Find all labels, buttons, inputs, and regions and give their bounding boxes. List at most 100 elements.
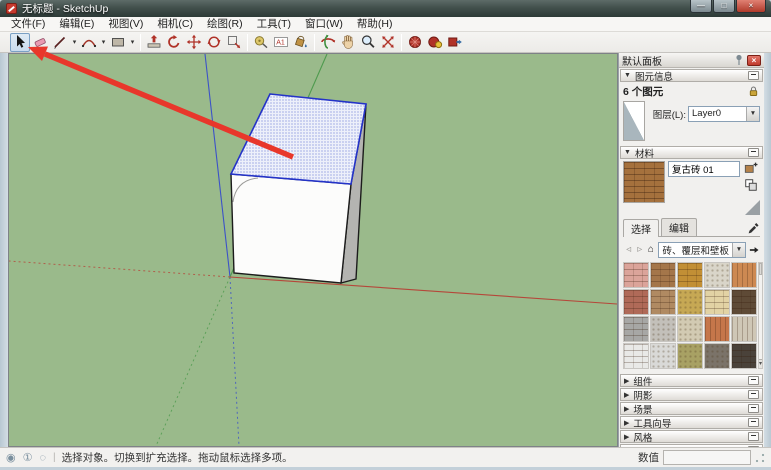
menu-item[interactable]: 绘图(R) <box>200 17 250 32</box>
material-swatch[interactable] <box>731 316 757 342</box>
get-models-button[interactable] <box>405 33 425 52</box>
status-hint: 选择对象。切换到扩充选择。拖动鼠标选择多项。 <box>62 450 638 465</box>
model-viewport[interactable] <box>8 53 618 447</box>
zoom-extents-tool-button[interactable] <box>378 33 398 52</box>
panel-section-header[interactable]: ▶ 组件 <box>620 374 763 387</box>
rectangle-tool-button[interactable] <box>108 33 128 52</box>
material-swatch[interactable] <box>704 316 730 342</box>
arc-tool-dropdown[interactable]: ▾ <box>99 33 108 52</box>
rollup-section-button[interactable] <box>748 418 759 427</box>
material-swatch[interactable] <box>623 316 649 342</box>
material-swatch[interactable] <box>677 262 703 288</box>
material-swatch[interactable] <box>704 289 730 315</box>
rollup-section-button[interactable] <box>748 404 759 413</box>
entity-info-header[interactable]: ▼ 图元信息 <box>620 69 763 82</box>
material-swatch[interactable] <box>731 289 757 315</box>
minimize-button[interactable]: — <box>690 0 712 13</box>
material-swatch[interactable] <box>623 343 649 369</box>
swatch-scrollbar[interactable]: ▾ <box>758 262 763 369</box>
scrollbar-thumb[interactable] <box>759 263 762 275</box>
lock-icon[interactable] <box>747 85 760 98</box>
select-tool-button[interactable] <box>10 33 30 52</box>
tray-close-icon[interactable]: × <box>747 55 761 66</box>
zoom-tool-button[interactable] <box>358 33 378 52</box>
panel-section-header[interactable]: ▶ 工具向导 <box>620 416 763 429</box>
menu-item[interactable]: 相机(C) <box>150 17 200 32</box>
maximize-button[interactable]: □ <box>713 0 735 13</box>
tape-measure-tool-button[interactable] <box>251 33 271 52</box>
panel-section-header[interactable]: ▶ 风格 <box>620 430 763 443</box>
menu-item[interactable]: 工具(T) <box>250 17 298 32</box>
back-icon[interactable]: ◃ <box>623 244 634 255</box>
scroll-down-icon[interactable]: ▾ <box>759 359 762 368</box>
geolocation-icon[interactable]: ◉ <box>6 449 16 467</box>
window-title: 无标题 - SketchUp <box>22 1 108 16</box>
details-arrow-icon[interactable] <box>748 243 760 257</box>
line-tool-dropdown[interactable]: ▾ <box>70 33 79 52</box>
cube-front-face[interactable] <box>231 174 351 283</box>
resize-grip[interactable] <box>755 453 765 463</box>
menu-item[interactable]: 帮助(H) <box>350 17 400 32</box>
credits-icon[interactable]: ① <box>23 449 33 467</box>
rollup-section-button[interactable] <box>748 148 759 157</box>
material-swatch[interactable] <box>731 343 757 369</box>
material-swatch[interactable] <box>623 289 649 315</box>
material-preview[interactable] <box>623 161 665 203</box>
dimension-text-tool-button[interactable]: A1 <box>271 33 291 52</box>
layer-dropdown[interactable]: Layer0 ▼ <box>688 106 760 122</box>
share-component-button[interactable] <box>445 33 465 52</box>
material-swatch[interactable] <box>623 262 649 288</box>
forward-icon[interactable]: ▹ <box>634 244 645 255</box>
material-name-input[interactable] <box>668 161 740 177</box>
menu-item[interactable]: 编辑(E) <box>52 17 101 32</box>
signin-icon[interactable]: ◌ <box>39 449 46 467</box>
tab-select[interactable]: 选择 <box>623 219 659 237</box>
line-tool-button[interactable] <box>50 33 70 52</box>
measurements-input[interactable] <box>663 450 751 465</box>
secondary-pane-icon[interactable] <box>744 178 758 192</box>
collection-dropdown[interactable]: 砖、覆层和壁板 ▼ <box>658 242 746 258</box>
entity-info-title: 图元信息 <box>635 69 748 83</box>
follow-me-tool-button[interactable] <box>164 33 184 52</box>
arc-tool-button[interactable] <box>79 33 99 52</box>
rectangle-tool-dropdown[interactable]: ▾ <box>128 33 137 52</box>
material-swatch[interactable] <box>677 316 703 342</box>
create-material-icon[interactable] <box>744 161 758 175</box>
share-model-button[interactable] <box>425 33 445 52</box>
rotate-tool-button[interactable] <box>204 33 224 52</box>
pin-icon[interactable] <box>734 54 744 66</box>
material-swatch[interactable] <box>704 262 730 288</box>
home-icon[interactable]: ⌂ <box>645 244 656 255</box>
rollup-section-button[interactable] <box>748 376 759 385</box>
sample-paint-handle[interactable] <box>745 200 760 215</box>
material-swatch[interactable] <box>704 343 730 369</box>
menu-item[interactable]: 文件(F) <box>4 17 52 32</box>
panel-section-header[interactable]: ▶ 场景 <box>620 402 763 415</box>
paint-bucket-tool-button[interactable] <box>291 33 311 52</box>
push-pull-tool-button[interactable] <box>144 33 164 52</box>
material-swatch[interactable] <box>650 343 676 369</box>
rollup-section-button[interactable] <box>748 432 759 441</box>
move-tool-button[interactable] <box>184 33 204 52</box>
material-swatch[interactable] <box>650 316 676 342</box>
material-swatch[interactable] <box>731 262 757 288</box>
collection-value: 砖、覆层和壁板 <box>659 243 732 257</box>
material-swatch[interactable] <box>677 289 703 315</box>
material-swatch[interactable] <box>677 343 703 369</box>
pan-hand-icon <box>340 34 356 50</box>
menu-item[interactable]: 视图(V) <box>101 17 150 32</box>
materials-header[interactable]: ▼ 材料 <box>620 146 763 159</box>
rollup-section-button[interactable] <box>748 71 759 80</box>
tab-edit[interactable]: 编辑 <box>661 218 697 236</box>
material-swatch[interactable] <box>650 289 676 315</box>
menu-item[interactable]: 窗口(W) <box>298 17 350 32</box>
eyedropper-icon[interactable] <box>747 222 760 235</box>
panel-section-header[interactable]: ▶ 阴影 <box>620 388 763 401</box>
rollup-section-button[interactable] <box>748 390 759 399</box>
eraser-tool-button[interactable] <box>30 33 50 52</box>
material-swatch[interactable] <box>650 262 676 288</box>
close-button[interactable]: × <box>736 0 766 13</box>
pan-tool-button[interactable] <box>338 33 358 52</box>
orbit-tool-button[interactable] <box>318 33 338 52</box>
offset-tool-button[interactable] <box>224 33 244 52</box>
